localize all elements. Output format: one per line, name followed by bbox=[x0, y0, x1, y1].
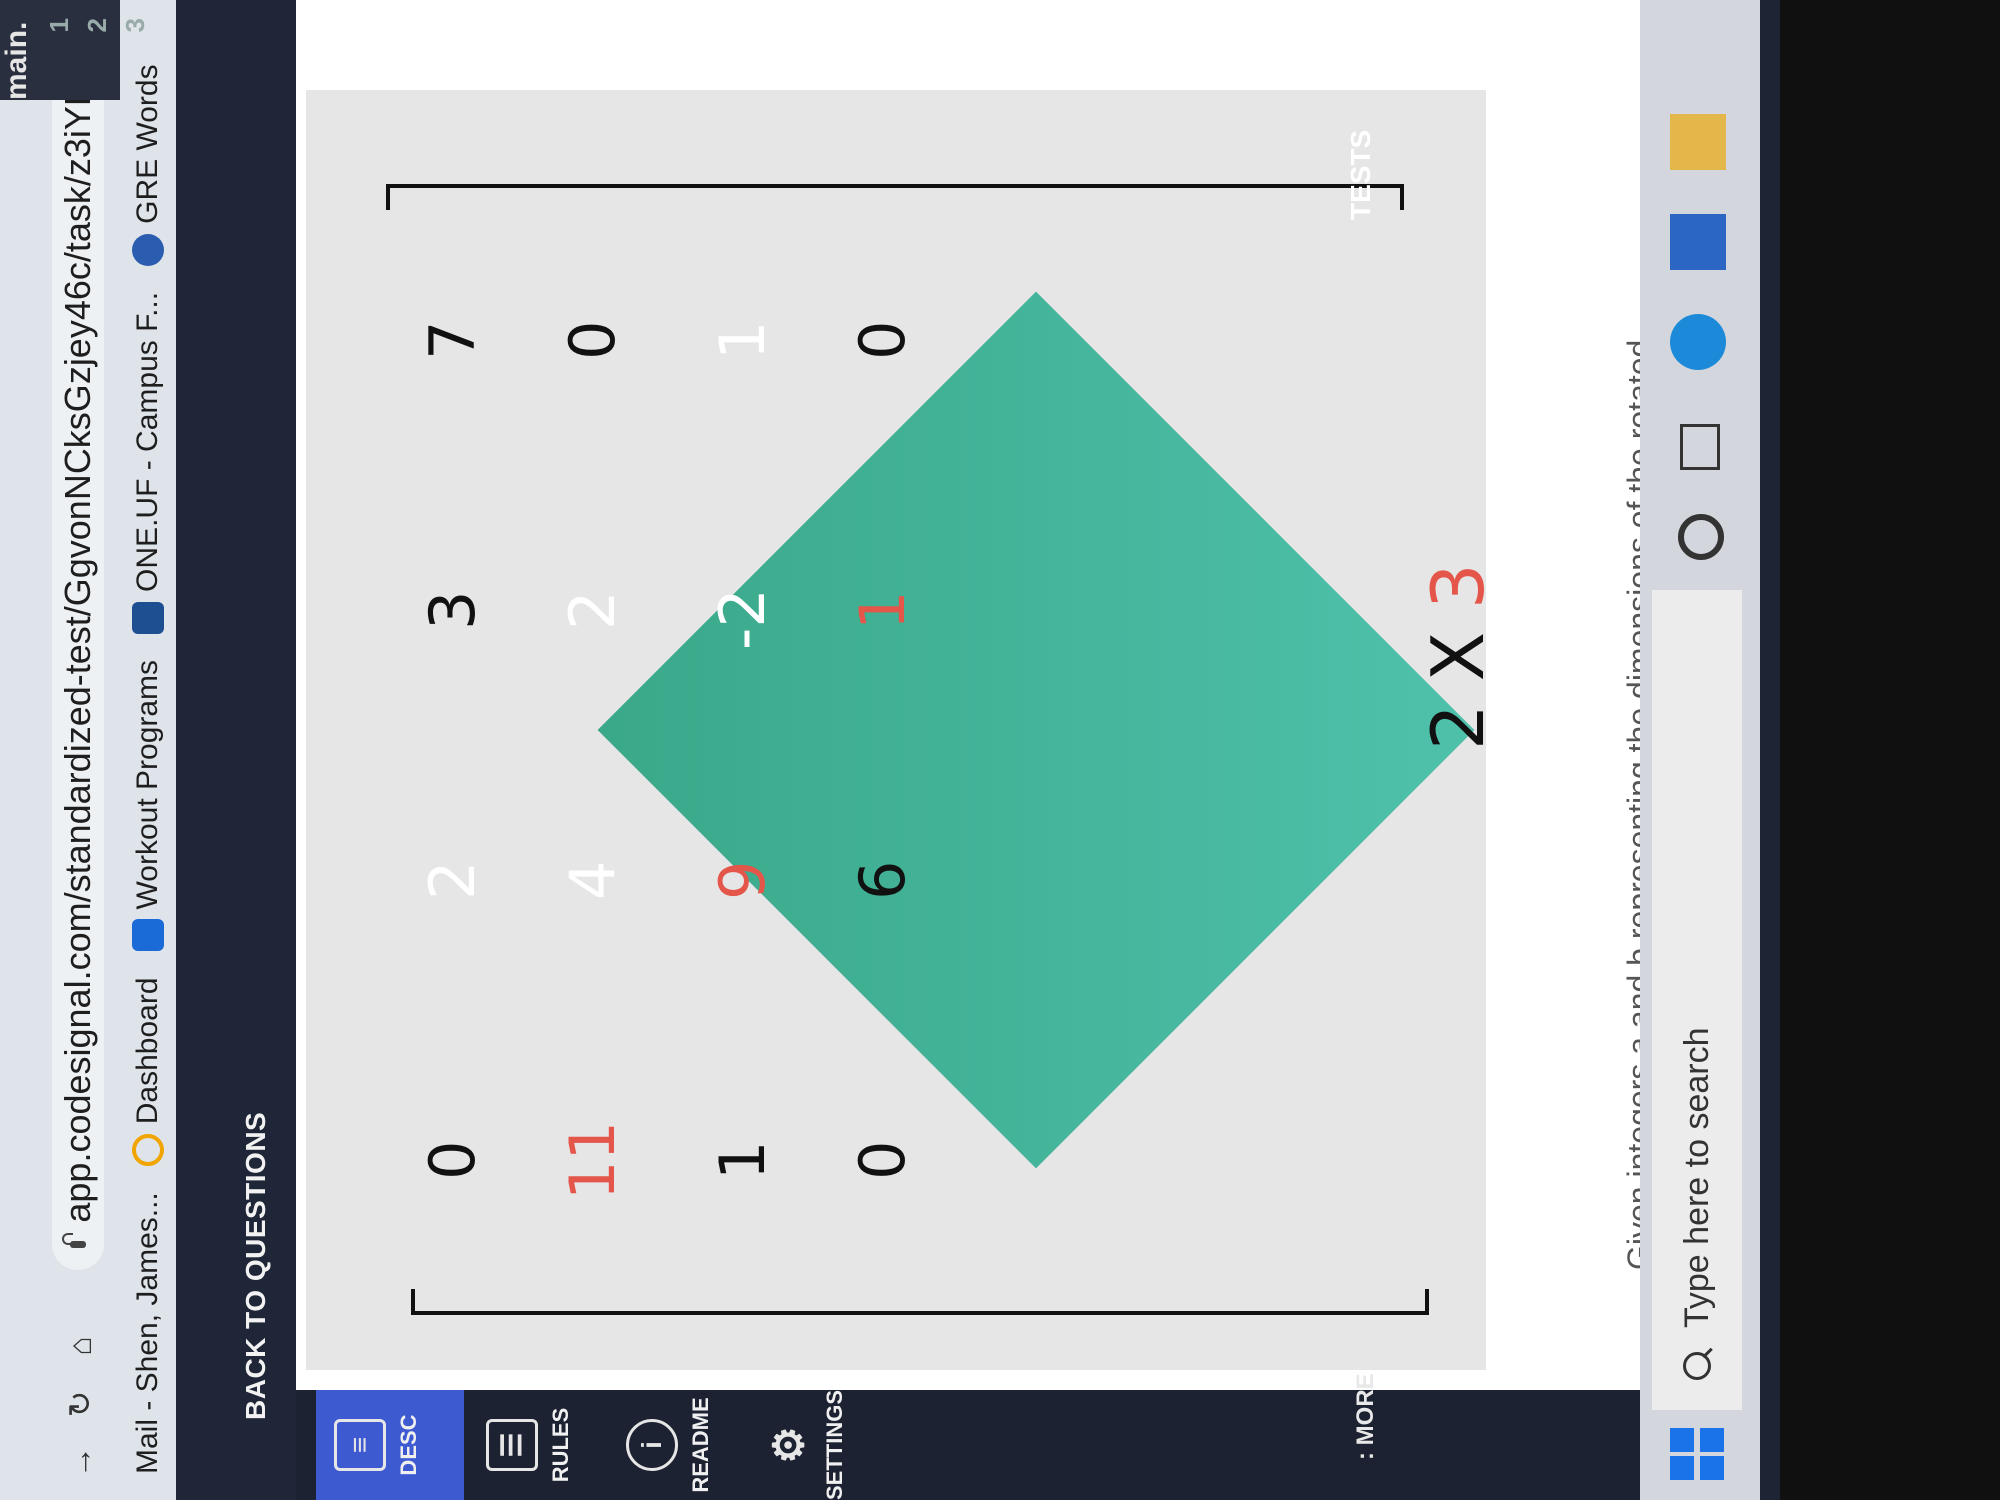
matrix-right-bracket bbox=[386, 184, 1404, 210]
sidebar-item-label: SETTINGS bbox=[822, 1389, 847, 1500]
matrix-cell: 0 bbox=[846, 320, 919, 360]
matrix-cell: -2 bbox=[706, 588, 779, 650]
back-to-questions-link[interactable]: BACK TO QUESTIONS bbox=[240, 1112, 272, 1420]
bookmark-label: ONE.UF - Campus F... bbox=[131, 291, 164, 592]
bookmark-label: GRE Words bbox=[131, 64, 164, 224]
sidebar-item-label: README bbox=[688, 1397, 713, 1493]
sidebar-item-rules[interactable]: ☰ RULES bbox=[486, 1390, 574, 1500]
matrix-cell: 0 bbox=[556, 320, 629, 360]
search-placeholder: Type here to search bbox=[1677, 1027, 1716, 1328]
word-icon[interactable] bbox=[1670, 214, 1726, 270]
matrix-cell: 11 bbox=[556, 1121, 629, 1200]
dashboard-icon bbox=[132, 1134, 164, 1167]
matrix-cell: 0 bbox=[416, 1140, 489, 1180]
rotated-rectangle bbox=[597, 291, 1475, 1169]
bookmark-label: Mail - Shen, James... bbox=[131, 1192, 164, 1474]
matrix-figure: 0 2 3 7 11 4 2 0 1 9 -2 1 0 6 1 0 2 X 3 bbox=[306, 90, 1500, 1370]
matrix-left-bracket bbox=[411, 1289, 1429, 1315]
taskbar: Type here to search bbox=[1640, 0, 1760, 1500]
bookmark-workout[interactable]: Workout Programs bbox=[131, 660, 165, 952]
editor-tab-label: main. bbox=[0, 21, 33, 100]
sidebar-item-readme[interactable]: i README bbox=[626, 1390, 714, 1500]
times-sign: X bbox=[1416, 631, 1500, 682]
file-explorer-icon[interactable] bbox=[1670, 114, 1726, 170]
url-text: app.codesignal.com/standardized-test/Ggv… bbox=[57, 10, 98, 1223]
bookmark-uf[interactable]: ONE.UF - Campus F... bbox=[131, 292, 165, 634]
forward-icon[interactable]: → bbox=[60, 1442, 100, 1482]
home-icon[interactable]: ⌂ bbox=[60, 1326, 100, 1366]
bookmark-label: Workout Programs bbox=[131, 659, 164, 910]
bookmark-mail[interactable]: Mail - Shen, James... bbox=[131, 1192, 165, 1474]
dimension-a: 2 bbox=[1416, 704, 1500, 750]
bookmark-gre[interactable]: GRE Words bbox=[131, 64, 165, 266]
matrix-cell: 6 bbox=[846, 860, 919, 900]
reload-icon[interactable]: ↻ bbox=[60, 1384, 100, 1424]
dimensions-label: 2 X 3 bbox=[1416, 563, 1500, 750]
gear-icon: ⚙ bbox=[765, 1426, 812, 1464]
matrix-cell: 7 bbox=[416, 320, 489, 360]
page-header bbox=[176, 0, 296, 1500]
line-number: 3 bbox=[120, 18, 150, 33]
sidebar-item-settings[interactable]: ⚙ SETTINGS bbox=[765, 1389, 848, 1500]
dimension-b: 3 bbox=[1416, 563, 1500, 610]
matrix-cell: 0 bbox=[846, 1140, 919, 1180]
task-view-icon[interactable] bbox=[1680, 424, 1720, 470]
info-icon: i bbox=[626, 1419, 678, 1471]
workout-icon bbox=[132, 919, 164, 952]
sidebar-item-desc[interactable]: ≡ DESC bbox=[316, 1390, 464, 1500]
bookmarks-bar: Mail - Shen, James... Dashboard Workout … bbox=[120, 0, 176, 1500]
bookmark-dashboard[interactable]: Dashboard bbox=[131, 977, 165, 1167]
matrix-cell: 1 bbox=[706, 1140, 779, 1180]
matrix-cell: 2 bbox=[416, 860, 489, 900]
screenshot-frame: → ↻ ⌂ app.codesignal.com/standardized-te… bbox=[0, 0, 2000, 1500]
sidebar-item-label: RULES bbox=[548, 1407, 573, 1483]
editor-tab[interactable]: main. 1 2 3 bbox=[0, 0, 150, 100]
matrix-cell: 3 bbox=[416, 590, 489, 630]
taskbar-search[interactable]: Type here to search bbox=[1652, 590, 1742, 1410]
matrix-cell: 1 bbox=[706, 320, 779, 360]
document-icon: ≡ bbox=[334, 1419, 386, 1471]
matrix-cell: 9 bbox=[706, 860, 779, 900]
list-icon: ☰ bbox=[486, 1419, 538, 1471]
lock-icon bbox=[70, 1240, 86, 1248]
sidebar: ≡ DESC ☰ RULES i README ⚙ SETTINGS bbox=[296, 1390, 1646, 1500]
line-numbers: 1 2 3 bbox=[40, 18, 154, 32]
windows-start-icon[interactable] bbox=[1670, 1424, 1726, 1480]
more-button[interactable]: : MORE bbox=[1352, 1373, 1380, 1460]
matrix-cell: 4 bbox=[556, 860, 629, 900]
sidebar-item-label: DESC bbox=[396, 1414, 421, 1476]
bookmark-label: Dashboard bbox=[131, 977, 164, 1125]
uf-icon bbox=[132, 601, 164, 634]
cortana-icon[interactable] bbox=[1678, 514, 1724, 560]
address-bar[interactable]: app.codesignal.com/standardized-test/Ggv… bbox=[52, 10, 104, 1270]
line-number: 1 bbox=[44, 18, 74, 33]
search-icon bbox=[1683, 1352, 1711, 1380]
line-number: 2 bbox=[82, 18, 112, 33]
matrix-cell: 2 bbox=[556, 590, 629, 630]
laptop-bezel bbox=[1780, 0, 2000, 1500]
gre-icon bbox=[132, 233, 164, 266]
edge-icon[interactable] bbox=[1670, 314, 1726, 370]
matrix-cell: 1 bbox=[846, 590, 919, 630]
tab-tests[interactable]: TESTS bbox=[1345, 130, 1377, 220]
task-description-panel: 0 2 3 7 11 4 2 0 1 9 -2 1 0 6 1 0 2 X 3 … bbox=[296, 0, 1657, 1390]
